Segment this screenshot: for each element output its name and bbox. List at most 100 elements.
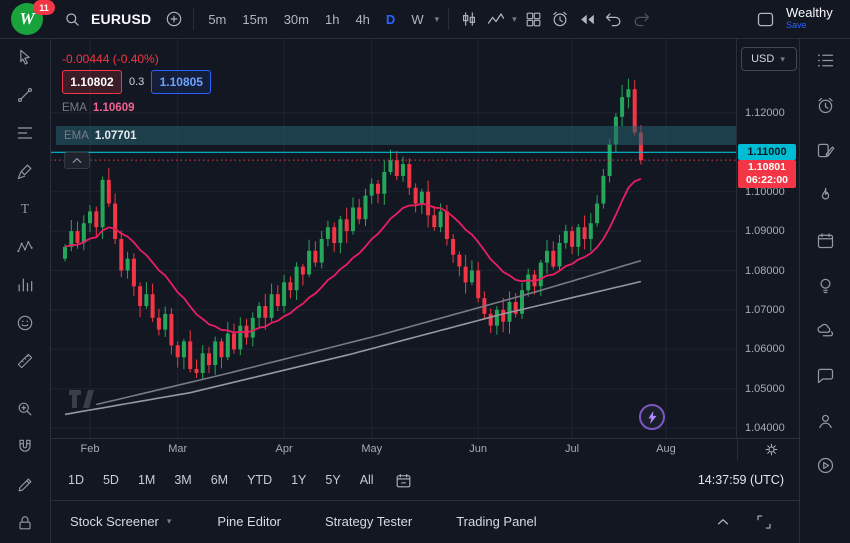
panel-chevron-up-icon[interactable] [710,509,735,534]
range-1m[interactable]: 1M [136,470,157,490]
panel-controls [710,509,780,534]
price-axis-label: 1.06000 [745,343,785,355]
alert-clock-icon[interactable] [548,7,573,32]
candle-style-icon[interactable] [456,7,481,32]
timeframe-30m[interactable]: 30m [277,8,316,31]
utc-clock[interactable]: 14:37:59 (UTC) [698,473,784,487]
buy-button[interactable]: 1.10805 [151,70,211,94]
timeframe-15m[interactable]: 15m [235,8,274,31]
sell-button[interactable]: 1.10802 [62,70,122,94]
go-to-date-icon[interactable] [391,468,416,493]
emoji-icon[interactable] [13,310,38,335]
alerts-clock-icon[interactable] [813,93,838,118]
price-axis[interactable]: USD ▾ 1.11000 1.10801 06:22:00 1.120001.… [736,38,800,438]
timeframe-1h[interactable]: 1h [318,8,346,31]
watchlist-icon[interactable] [813,48,838,73]
range-ytd[interactable]: YTD [245,470,274,490]
notes-icon[interactable] [813,138,838,163]
measure-ruler-icon[interactable] [13,348,38,373]
broker-logo[interactable]: W 11 [6,0,50,38]
streams-clouds-icon[interactable] [813,318,838,343]
range-6m[interactable]: 6M [209,470,230,490]
support-person-icon[interactable] [813,408,838,433]
last-price-tag: 1.10801 06:22:00 [738,160,796,188]
chart-type-dropdown-icon[interactable]: ▾ [510,12,519,27]
trend-line-icon[interactable] [13,82,38,107]
chart-settings-gear-icon[interactable] [762,441,780,459]
cursor-icon[interactable] [13,44,38,69]
undo-icon[interactable] [602,7,627,32]
tab-label: Trading Panel [456,514,536,529]
indicator-row-ema-fast[interactable]: EMA1.10609 [62,102,135,114]
range-all[interactable]: All [358,470,376,490]
range-1d[interactable]: 1D [66,470,86,490]
compare-add-icon[interactable] [161,7,186,32]
price-axis-label: 1.05000 [745,383,785,395]
panel-expand-icon[interactable] [751,509,776,534]
indicator-label: EMA [62,102,87,114]
range-1y[interactable]: 1Y [289,470,308,490]
time-axis[interactable]: FebMarAprMayJunJulAug [50,438,737,461]
chart-type-icon[interactable] [483,7,508,32]
zoom-icon[interactable] [13,396,38,421]
symbol-search-button[interactable]: EURUSD [52,3,159,36]
toolbar-divider [448,8,449,30]
tab-trading-panel[interactable]: Trading Panel [456,514,536,529]
ideas-lightbulb-icon[interactable] [813,273,838,298]
spread-value: 0.3 [129,76,144,88]
search-icon [60,7,85,32]
text-tool-icon[interactable]: T [13,196,38,221]
price-axis-label: 1.09000 [745,225,785,237]
tab-stock-screener[interactable]: Stock Screener ▾ [70,514,173,529]
drawing-toolbar: T [0,38,51,543]
brush-icon[interactable] [13,158,38,183]
last-price-value: 1.10801 [748,161,786,174]
fib-retracement-icon[interactable] [13,120,38,145]
top-toolbar: W 11 EURUSD 5m 15m 30m 1h 4h D W ▾ ▾ [0,0,850,39]
layout-grid-icon[interactable] [521,7,546,32]
timeframe-4h[interactable]: 4h [348,8,376,31]
lock-icon[interactable] [13,510,38,535]
replay-rewind-icon[interactable] [575,7,600,32]
account-menu[interactable]: Wealthy Save [786,6,844,32]
edit-pencil-icon[interactable] [13,472,38,497]
timeframe-1d[interactable]: D [379,8,402,31]
trading-app: W 11 EURUSD 5m 15m 30m 1h 4h D W ▾ ▾ [0,0,850,543]
range-5y[interactable]: 5Y [323,470,342,490]
range-toolbar: 1D 5D 1M 3M 6M YTD 1Y 5Y All 14:37:59 (U… [50,460,800,501]
time-axis-label: May [357,443,387,455]
indicator-label: EMA [64,130,89,142]
tutorials-play-icon[interactable] [813,453,838,478]
account-save-link[interactable]: Save [786,19,844,32]
xabcd-pattern-icon[interactable] [13,234,38,259]
tab-strategy-tester[interactable]: Strategy Tester [325,514,412,529]
magnet-icon[interactable] [13,434,38,459]
redo-icon[interactable] [629,7,654,32]
chevron-down-icon: ▾ [778,52,787,67]
chevron-down-icon: ▾ [165,514,174,529]
quick-trade-bolt-button[interactable] [639,404,665,430]
legend-collapse-button[interactable] [64,152,90,169]
svg-text:T: T [21,201,29,216]
calendar-icon[interactable] [813,228,838,253]
forecast-icon[interactable] [13,272,38,297]
currency-dropdown[interactable]: USD ▾ [741,47,797,71]
tab-pine-editor[interactable]: Pine Editor [217,514,281,529]
time-axis-label: Mar [163,443,193,455]
chart-region: -0.00444 (-0.40%) 1.10802 0.3 1.10805 EM… [50,38,800,543]
tab-label: Pine Editor [217,514,281,529]
chat-bubble-icon[interactable] [813,363,838,388]
time-axis-label: Aug [651,443,681,455]
hotlists-flame-icon[interactable] [813,183,838,208]
candlestick-chart[interactable] [50,38,737,438]
panel-layout-icon[interactable] [753,7,778,32]
countdown-timer: 06:22:00 [746,174,788,187]
right-sidebar [799,38,850,543]
timeframe-1w[interactable]: W [404,8,430,31]
indicator-row-ema-slow[interactable]: EMA1.07701 [56,126,736,145]
range-3m[interactable]: 3M [172,470,193,490]
timeframe-dropdown-icon[interactable]: ▾ [433,12,442,27]
chart-plot[interactable]: -0.00444 (-0.40%) 1.10802 0.3 1.10805 EM… [50,38,737,438]
range-5d[interactable]: 5D [101,470,121,490]
timeframe-5m[interactable]: 5m [201,8,233,31]
